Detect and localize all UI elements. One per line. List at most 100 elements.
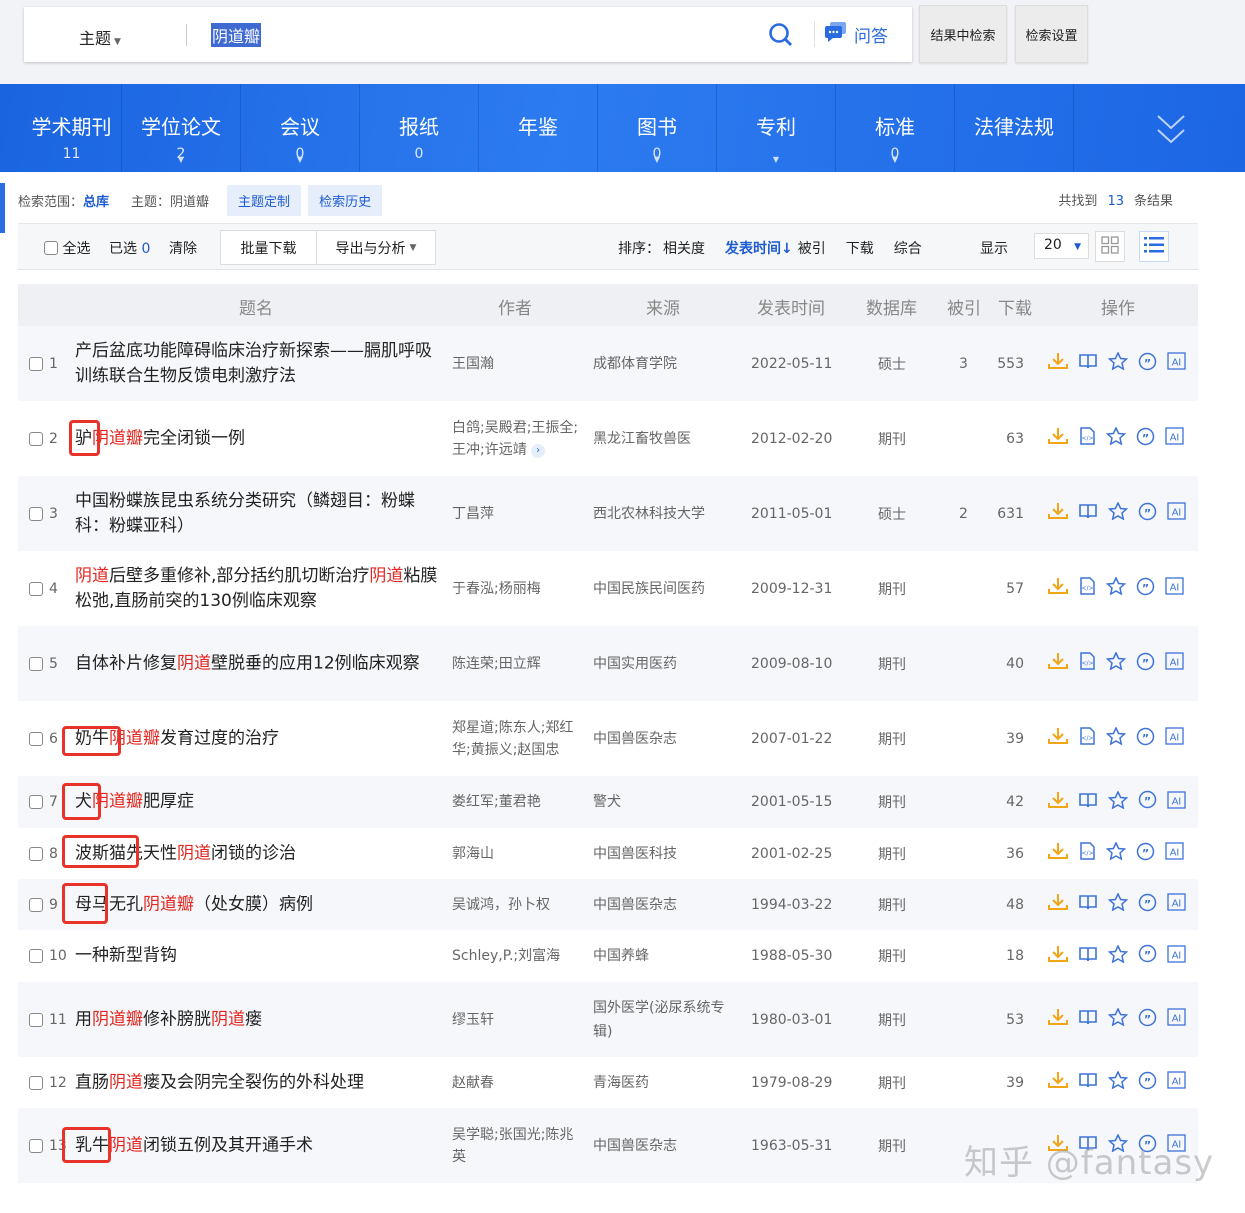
- ai-icon[interactable]: AI: [1167, 1071, 1186, 1094]
- author[interactable]: Schley,P.;刘富海: [452, 945, 582, 967]
- row-checkbox[interactable]: [29, 656, 43, 671]
- row-checkbox[interactable]: [29, 1138, 43, 1153]
- author[interactable]: 郭海山: [452, 843, 582, 865]
- cite-icon[interactable]: ”: [1138, 352, 1157, 376]
- col-date[interactable]: 发表时间: [757, 294, 825, 319]
- cite-icon[interactable]: ”: [1138, 944, 1157, 968]
- search-input[interactable]: 阴道瓣: [211, 23, 262, 47]
- row-checkbox[interactable]: [29, 949, 43, 963]
- read-book-icon[interactable]: [1078, 1071, 1098, 1094]
- download-icon[interactable]: [1048, 577, 1068, 600]
- download-icon[interactable]: [1048, 1071, 1068, 1094]
- html-read-icon[interactable]: </>: [1078, 842, 1096, 865]
- source[interactable]: 青海医药: [593, 1071, 738, 1095]
- source[interactable]: 中国兽医杂志: [593, 727, 738, 751]
- grid-view-button[interactable]: [1095, 231, 1125, 262]
- favorite-icon[interactable]: [1107, 351, 1129, 375]
- ai-icon[interactable]: AI: [1165, 577, 1184, 600]
- title-link[interactable]: 直肠阴道瘘及会阴完全裂伤的外科处理: [75, 1070, 440, 1095]
- source[interactable]: 西北农林科技大学: [593, 502, 738, 526]
- download-icon[interactable]: [1048, 842, 1068, 865]
- page-size-select[interactable]: 20 ▼: [1034, 233, 1089, 259]
- favorite-icon[interactable]: [1105, 426, 1127, 450]
- list-view-button[interactable]: [1139, 231, 1169, 262]
- favorite-icon[interactable]: [1107, 892, 1129, 916]
- cite-icon[interactable]: ”: [1138, 893, 1157, 917]
- source[interactable]: 中国民族民间医药: [593, 577, 738, 601]
- col-title[interactable]: 题名: [239, 294, 273, 319]
- row-checkbox[interactable]: [29, 795, 43, 809]
- html-read-icon[interactable]: </>: [1078, 727, 1096, 750]
- row-checkbox[interactable]: [29, 506, 43, 521]
- download-icon[interactable]: [1048, 652, 1068, 675]
- author[interactable]: 于春泓;杨丽梅: [452, 578, 582, 600]
- sort-option[interactable]: 综合: [894, 241, 922, 257]
- title-link[interactable]: 一种新型背钩: [75, 944, 440, 969]
- title-link[interactable]: 乳牛阴道闭锁五例及其开通手术: [75, 1133, 440, 1158]
- sort-option[interactable]: 发表时间↓: [725, 241, 793, 257]
- author[interactable]: 王国瀚: [452, 353, 582, 375]
- author[interactable]: 郑星道;陈东人;郑红华;黄振义;赵国忠: [452, 717, 582, 761]
- cite-icon[interactable]: ”: [1136, 727, 1155, 751]
- source[interactable]: 国外医学(泌尿系统专辑): [593, 996, 738, 1044]
- custom-topic-button[interactable]: 主题定制: [227, 184, 302, 216]
- search-settings-button[interactable]: 检索设置: [1015, 5, 1088, 63]
- download-icon[interactable]: [1048, 791, 1068, 814]
- ai-icon[interactable]: AI: [1167, 893, 1186, 916]
- expand-chevron-icon[interactable]: [1156, 112, 1186, 150]
- download-icon[interactable]: [1048, 352, 1068, 375]
- ai-icon[interactable]: AI: [1165, 842, 1184, 865]
- source[interactable]: 中国实用医药: [593, 652, 738, 676]
- ai-icon[interactable]: AI: [1165, 652, 1184, 675]
- col-cited[interactable]: 被引: [947, 294, 981, 319]
- favorite-icon[interactable]: [1107, 1070, 1129, 1094]
- title-link[interactable]: 犬阴道瓣肥厚症: [75, 790, 440, 815]
- source[interactable]: 中国养蜂: [593, 944, 738, 968]
- favorite-icon[interactable]: [1107, 501, 1129, 525]
- tab-7[interactable]: 标准 0 ▼: [836, 84, 955, 172]
- tab-6[interactable]: 专利 ▼: [717, 84, 836, 172]
- read-book-icon[interactable]: [1078, 352, 1098, 375]
- row-checkbox[interactable]: [29, 897, 43, 912]
- cite-icon[interactable]: ”: [1138, 790, 1157, 814]
- ai-icon[interactable]: AI: [1167, 352, 1186, 375]
- author[interactable]: 吴学聪;张国光;陈兆英: [452, 1124, 582, 1168]
- favorite-icon[interactable]: [1107, 789, 1129, 814]
- tab-1[interactable]: 学位论文 2 ▼: [122, 84, 241, 172]
- search-icon[interactable]: [768, 22, 794, 52]
- more-authors-icon[interactable]: ›: [531, 443, 546, 458]
- author[interactable]: 赵献春: [452, 1072, 582, 1094]
- author[interactable]: 丁昌萍: [452, 503, 582, 525]
- author[interactable]: 娄红军;董君艳: [452, 791, 582, 813]
- author[interactable]: 缪玉轩: [452, 1009, 582, 1031]
- ai-icon[interactable]: AI: [1167, 1008, 1186, 1031]
- col-downloads[interactable]: 下载: [998, 294, 1032, 319]
- author[interactable]: 白鸽;吴殿君;王振全;王冲;许远靖 ›: [452, 417, 582, 461]
- source[interactable]: 成都体育学院: [593, 352, 738, 376]
- search-field-select[interactable]: 主题 ▼: [79, 25, 121, 49]
- ai-icon[interactable]: AI: [1165, 727, 1184, 750]
- favorite-icon[interactable]: [1105, 726, 1127, 750]
- author[interactable]: 陈连荣;田立辉: [452, 653, 582, 675]
- export-analysis-button[interactable]: 导出与分析 ▼: [316, 230, 436, 265]
- tab-4[interactable]: 年鉴: [479, 84, 598, 172]
- ai-icon[interactable]: AI: [1167, 790, 1186, 814]
- title-link[interactable]: 中国粉蝶族昆虫系统分类研究（鳞翅目：粉蝶科：粉蝶亚科）: [75, 489, 440, 539]
- ai-icon[interactable]: AI: [1167, 502, 1186, 525]
- html-read-icon[interactable]: </>: [1078, 577, 1096, 600]
- select-all-checkbox[interactable]: [44, 241, 58, 255]
- cite-icon[interactable]: ”: [1136, 427, 1155, 451]
- cite-icon[interactable]: ”: [1136, 577, 1155, 601]
- cite-icon[interactable]: ”: [1138, 502, 1157, 526]
- download-icon[interactable]: [1048, 893, 1068, 916]
- download-icon[interactable]: [1048, 502, 1068, 525]
- sort-option[interactable]: 被引: [798, 241, 826, 257]
- title-link[interactable]: 奶牛阴道瓣发育过度的治疗: [75, 726, 440, 751]
- favorite-icon[interactable]: [1107, 1007, 1129, 1031]
- download-icon[interactable]: [1048, 1008, 1068, 1031]
- row-checkbox[interactable]: [29, 1012, 43, 1027]
- title-link[interactable]: 用阴道瓣修补膀胱阴道瘘: [75, 1007, 440, 1032]
- favorite-icon[interactable]: [1105, 651, 1127, 675]
- download-icon[interactable]: [1048, 727, 1068, 750]
- row-checkbox[interactable]: [29, 731, 43, 746]
